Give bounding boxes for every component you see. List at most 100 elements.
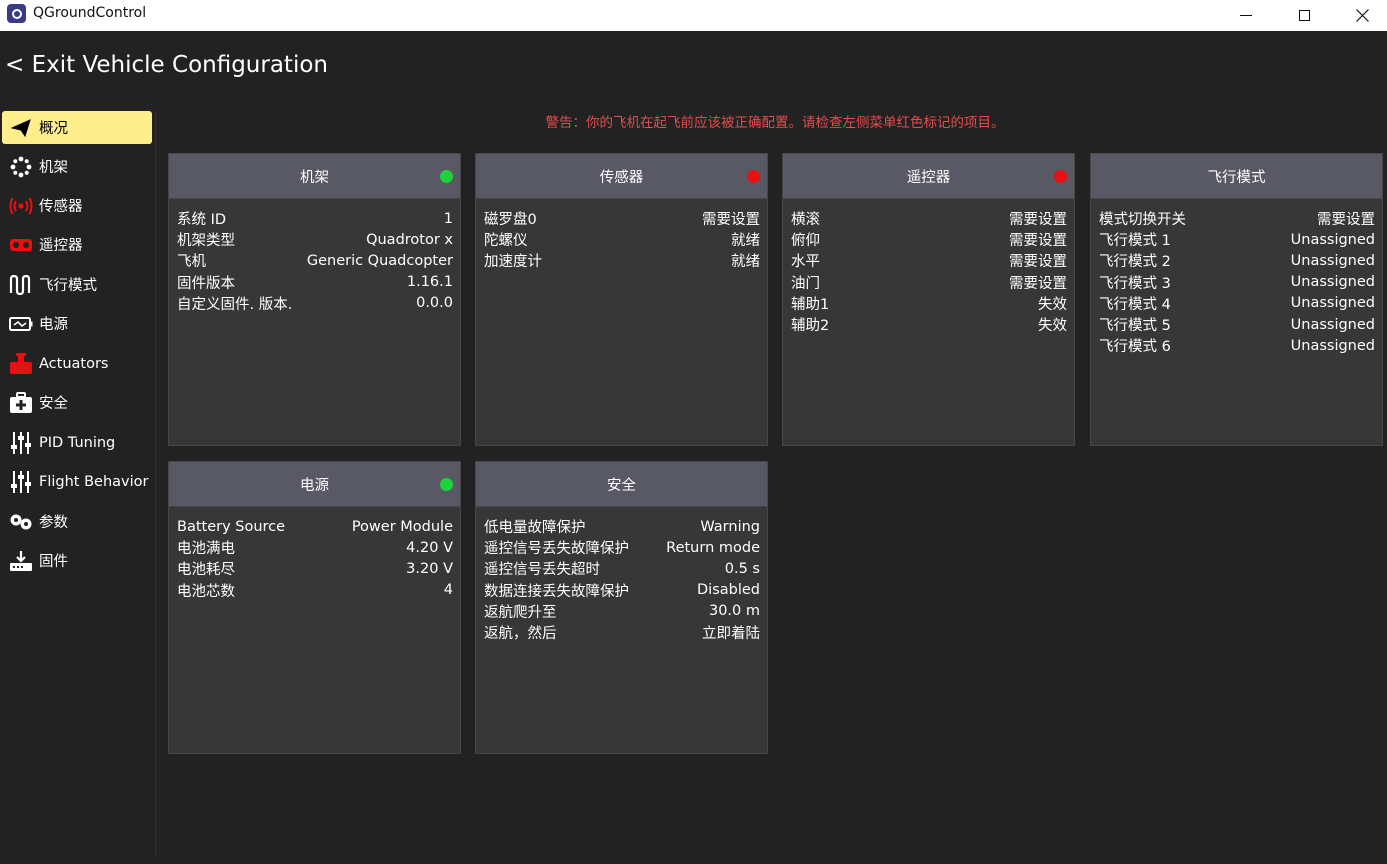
info-row: 机架类型 Quadrotor x (177, 229, 453, 250)
card-sensors[interactable]: 传感器 磁罗盘0 需要设置 陀螺仪 就绪 加速度计 就绪 (475, 153, 768, 446)
row-label: 数据连接丢失故障保护 (484, 583, 629, 600)
info-row: 模式切换开关 需要设置 (1099, 208, 1375, 229)
sidebar-item-airframe[interactable]: 机架 (2, 150, 152, 183)
maximize-button[interactable] (1275, 0, 1333, 31)
sidebar-item-flight-behavior[interactable]: Flight Behavior (2, 465, 152, 498)
row-value: Unassigned (1290, 316, 1375, 333)
sliders-icon (9, 470, 33, 494)
info-row: 油门 需要设置 (791, 272, 1067, 293)
info-row: 返航爬升至 30.0 m (484, 601, 760, 622)
row-value: 需要设置 (1317, 212, 1375, 229)
row-value: 0.0.0 (416, 295, 453, 312)
card-safety[interactable]: 安全 低电量故障保护 Warning 遥控信号丢失故障保护 Return mode … (475, 461, 768, 754)
row-label: 遥控信号丢失超时 (484, 562, 600, 579)
row-value: 4 (443, 582, 453, 599)
sidebar-item-actuators[interactable]: Actuators (2, 347, 152, 380)
row-label: 俯仰 (791, 233, 820, 250)
card-body: 模式切换开关 需要设置 飞行模式 1 Unassigned 飞行模式 2 Unassi… (1091, 199, 1382, 356)
row-label: Battery Source (177, 518, 286, 535)
row-label: 水平 (791, 254, 820, 271)
title-bar: QGroundControl (0, 0, 1387, 31)
info-row: 固件版本 1.16.1 (177, 272, 453, 293)
config-warning-text: 警告：你的飞机在起飞前应该被正确配置。请检查左侧菜单红色标记的项目。 (545, 115, 1005, 131)
sidebar-item-label: PID Tuning (39, 434, 116, 451)
row-value: 立即着陆 (702, 626, 760, 643)
sidebar-item-safety[interactable]: 安全 (2, 386, 152, 419)
paper-plane-icon (9, 116, 33, 140)
close-button[interactable] (1333, 0, 1387, 31)
row-label: 返航，然后 (484, 626, 557, 643)
row-value: Return mode (666, 539, 760, 556)
row-label: 飞行模式 2 (1099, 254, 1171, 271)
row-value: Disabled (697, 582, 760, 599)
card-airframe[interactable]: 机架 系统 ID 1 机架类型 Quadrotor x 飞机 Generic Quad… (168, 153, 461, 446)
info-row: 自定义固件. 版本. 0.0.0 (177, 293, 453, 314)
info-row: 返航，然后 立即着陆 (484, 622, 760, 643)
row-label: 飞行模式 1 (1099, 233, 1171, 250)
card-header[interactable]: 机架 (169, 154, 460, 199)
card-header[interactable]: 传感器 (476, 154, 767, 199)
row-value: Unassigned (1290, 252, 1375, 269)
info-row: 加速度计 就绪 (484, 250, 760, 271)
card-title: 电源 (300, 477, 329, 494)
sidebar-item-label: 遥控器 (39, 238, 83, 254)
row-label: 电池满电 (177, 541, 235, 558)
row-value: Warning (700, 518, 760, 535)
row-value: 需要设置 (1009, 254, 1067, 271)
info-row: 辅助1 失效 (791, 293, 1067, 314)
sidebar-item-flight-modes[interactable]: 飞行模式 (2, 268, 152, 301)
exit-vehicle-config-button[interactable]: < Exit Vehicle Configuration (5, 52, 328, 78)
sidebar-item-label: 概况 (39, 121, 68, 137)
card-power[interactable]: 电源 Battery Source Power Module 电池满电 4.20 V… (168, 461, 461, 754)
card-header[interactable]: 安全 (476, 462, 767, 507)
row-value: Quadrotor x (366, 231, 453, 248)
card-body: 低电量故障保护 Warning 遥控信号丢失故障保护 Return mode 遥控信… (476, 507, 767, 643)
card-radio[interactable]: 遥控器 横滚 需要设置 俯仰 需要设置 水平 需要设置 油门 需要设置 辅助1 失效 辅助… (782, 153, 1075, 446)
row-label: 自定义固件. 版本. (177, 296, 293, 313)
info-row: 飞行模式 6 Unassigned (1099, 335, 1375, 356)
info-row: 遥控信号丢失故障保护 Return mode (484, 537, 760, 558)
actuators-icon (9, 352, 33, 376)
row-label: 飞行模式 6 (1099, 339, 1171, 356)
row-value: 就绪 (731, 254, 760, 271)
sidebar-item-label: 机架 (39, 160, 68, 176)
info-row: 电池芯数 4 (177, 580, 453, 601)
card-body: Battery Source Power Module 电池满电 4.20 V 电池… (169, 507, 460, 601)
row-value: 1.16.1 (406, 274, 453, 291)
minimize-icon (1240, 15, 1252, 16)
info-row: 飞机 Generic Quadcopter (177, 250, 453, 271)
row-label: 飞机 (177, 254, 206, 271)
close-icon (1355, 9, 1369, 22)
card-header[interactable]: 飞行模式 (1091, 154, 1382, 199)
card-title: 遥控器 (906, 169, 951, 186)
row-value: 就绪 (731, 233, 760, 250)
sidebar-item-radio[interactable]: 遥控器 (2, 228, 152, 261)
row-value: 1 (443, 210, 453, 227)
sidebar-item-summary[interactable]: 概况 (2, 111, 152, 144)
sidebar-item-label: 电源 (39, 317, 68, 333)
firmware-icon (9, 549, 33, 573)
row-value: Unassigned (1290, 337, 1375, 354)
sidebar-item-firmware[interactable]: 固件 (2, 544, 152, 577)
sidebar-item-sensors[interactable]: 传感器 (2, 189, 152, 222)
card-header[interactable]: 遥控器 (783, 154, 1074, 199)
sidebar-item-parameters[interactable]: 参数 (2, 505, 152, 538)
row-label: 横滚 (791, 212, 820, 229)
status-indicator-icon (440, 478, 453, 491)
minimize-button[interactable] (1217, 0, 1275, 31)
row-label: 电池耗尽 (177, 562, 235, 579)
row-label: 加速度计 (484, 254, 542, 271)
row-value: 0.5 s (724, 560, 760, 577)
sidebar-item-power[interactable]: 电源 (2, 307, 152, 340)
row-label: 飞行模式 3 (1099, 275, 1171, 292)
card-body: 系统 ID 1 机架类型 Quadrotor x 飞机 Generic Quadcop… (169, 199, 460, 314)
row-value: 需要设置 (1009, 275, 1067, 292)
card-flight-modes[interactable]: 飞行模式 模式切换开关 需要设置 飞行模式 1 Unassigned 飞行模式 2 U… (1090, 153, 1383, 446)
sidebar-item-pid-tuning[interactable]: PID Tuning (2, 426, 152, 459)
card-title: 机架 (300, 169, 329, 186)
card-header[interactable]: 电源 (169, 462, 460, 507)
row-label: 飞行模式 5 (1099, 318, 1171, 335)
info-row: 俯仰 需要设置 (791, 229, 1067, 250)
row-label: 电池芯数 (177, 583, 235, 600)
info-row: 飞行模式 3 Unassigned (1099, 272, 1375, 293)
